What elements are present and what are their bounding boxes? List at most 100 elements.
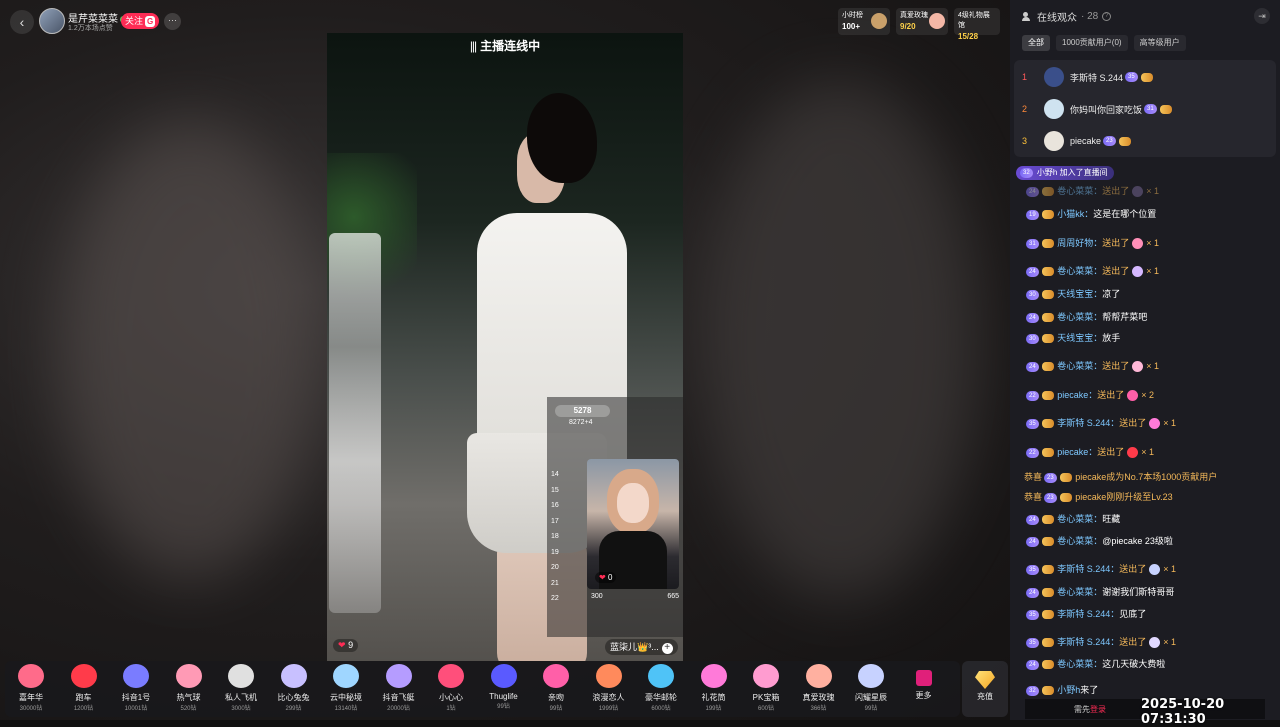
chat-username[interactable]: 小猫kk： <box>1057 209 1093 219</box>
viewer-row[interactable]: 1 李斯特 S.244 35 <box>1022 62 1154 92</box>
airship-icon <box>385 664 412 688</box>
sportscar-icon <box>70 664 97 688</box>
host-likes: 1.2万本场点赞 <box>68 25 113 32</box>
fan-badge-icon <box>1041 515 1054 525</box>
avatar <box>1044 131 1064 151</box>
pip-camera[interactable]: ❤ 0 <box>587 459 679 589</box>
gift-item[interactable]: 私人飞机 3000钻 <box>215 664 267 712</box>
gift-item[interactable]: 豪华邮轮 6000钻 <box>635 664 687 712</box>
host-avatar[interactable] <box>39 8 65 34</box>
back-arrow-icon[interactable]: ‹ <box>10 10 34 34</box>
rocket-icon <box>123 664 149 688</box>
fan-badge-icon <box>1041 187 1054 197</box>
chat-message: 22 piecake：送出了 × 1 <box>1024 445 1274 459</box>
chat-username[interactable]: 卷心菜菜： <box>1057 536 1102 546</box>
chat-username[interactable]: 李斯特 S.244： <box>1057 637 1119 647</box>
gift-item[interactable]: 跑车 1200钻 <box>58 664 110 712</box>
chat-message: 24 卷心菜菜：帮帮芹菜吧 <box>1024 310 1274 323</box>
plus-icon[interactable]: + <box>661 643 673 654</box>
chat-username[interactable]: 卷心菜菜： <box>1057 312 1102 322</box>
viewer-row[interactable]: 2 你妈叫你回家吃饭 31 <box>1022 94 1173 124</box>
gift-icon <box>1132 266 1144 278</box>
chat-username[interactable]: 李斯特 S.244： <box>1057 564 1119 574</box>
gift-item[interactable]: 闪耀星辰 99钻 <box>845 664 897 712</box>
balloon-icon <box>175 664 202 688</box>
gift-icon <box>1149 637 1161 649</box>
chat-message: 35 李斯特 S.244：送出了 × 1 <box>1024 416 1274 430</box>
fan-badge-icon <box>1041 686 1054 696</box>
fan-badge-icon <box>1059 473 1072 483</box>
gift-item[interactable]: 热气球 520钻 <box>163 664 215 712</box>
gift-item[interactable]: 云中秘境 13140钻 <box>320 664 372 712</box>
audience-filters: 全部 1000贡献用户(0) 高等级用户 <box>1022 35 1186 51</box>
plane-icon <box>228 664 254 688</box>
fan-badge-icon <box>1118 136 1131 146</box>
pip-window[interactable]: 5278 8272+4 14 15 16 17 18 19 20 21 22 ❤ 0 300… <box>547 397 683 637</box>
hourly-rank-badge[interactable]: 小时榜 100+ <box>838 8 890 35</box>
gift-icon <box>1127 390 1139 402</box>
filter-high-level[interactable]: 高等级用户 <box>1133 35 1186 51</box>
chat-username[interactable]: 卷心菜菜： <box>1057 361 1102 371</box>
trophy-icon <box>871 13 887 29</box>
blurred-background-right <box>700 80 980 600</box>
cloud-castle-icon <box>333 664 359 688</box>
filter-contributors[interactable]: 1000贡献用户(0) <box>1056 35 1128 51</box>
more-gifts-button[interactable]: 更多 <box>898 664 950 701</box>
gift-item[interactable]: 抖音1号 10001钻 <box>110 664 162 712</box>
more-options-button[interactable]: ··· <box>164 13 181 30</box>
chat-username[interactable]: 天线宝宝： <box>1057 289 1102 299</box>
gift-item[interactable]: 真爱玫瑰 366钻 <box>793 664 845 712</box>
gift-icon <box>1132 238 1144 250</box>
chat-username[interactable]: 天线宝宝： <box>1057 333 1102 343</box>
audience-panel: 在线观众 · 28 ? ⇥ 全部 1000贡献用户(0) 高等级用户 1 李斯特 … <box>1010 0 1280 720</box>
fan-badge-icon <box>1140 72 1153 82</box>
chat-message: 35 李斯特 S.244：送出了 × 1 <box>1024 562 1274 576</box>
login-hint[interactable]: 需先登录 <box>1074 704 1106 715</box>
rose-rank-badge[interactable]: 真爱玫瑰 9/20 <box>896 8 948 35</box>
fan-badge-icon <box>1041 239 1054 249</box>
chat-username[interactable]: 卷心菜菜： <box>1057 266 1102 276</box>
chat-username[interactable]: 卷心菜菜： <box>1057 514 1102 524</box>
chat-username[interactable]: 李斯特 S.244： <box>1057 418 1119 428</box>
avatar <box>1044 67 1064 87</box>
gift-item[interactable]: 浪漫恋人 1999钻 <box>583 664 635 712</box>
viewer-row[interactable]: 3 piecake 23 <box>1022 126 1132 156</box>
panel-header: 在线观众 · 28 ? <box>1022 9 1112 24</box>
pip-footer: 300 665 <box>591 593 679 600</box>
gift-item[interactable]: 亲吻 99钻 <box>530 664 582 712</box>
gift-item[interactable]: 比心兔兔 299钻 <box>268 664 320 712</box>
gift-item[interactable]: PK宝箱 600钻 <box>740 664 792 712</box>
chat-username[interactable]: 卷心菜菜： <box>1057 186 1102 196</box>
follow-button[interactable]: 关注 G <box>121 13 160 29</box>
chat-username[interactable]: piecake： <box>1057 447 1097 457</box>
fan-badge-icon <box>1041 290 1054 300</box>
chat-message: 30 天线宝宝：放手 <box>1024 331 1274 344</box>
fan-badge-icon <box>1041 448 1054 458</box>
chat-message: 24 卷心菜菜：送出了 × 1 <box>1024 359 1274 373</box>
chat-username[interactable]: 卷心菜菜： <box>1057 659 1102 669</box>
recharge-button[interactable]: 充值 <box>962 661 1008 717</box>
chat-message: 30 天线宝宝：凉了 <box>1024 287 1274 300</box>
pip-host-name[interactable]: 蓝柒儿👑³... + <box>605 639 678 655</box>
kiss-icon <box>543 664 569 688</box>
rose-icon <box>929 13 945 29</box>
gift-hall-badge[interactable]: 4级礼物展馆 15/28 <box>954 8 1000 41</box>
help-icon[interactable]: ? <box>1102 12 1112 21</box>
video-stream[interactable]: ||| 主播连线中 5278 8272+4 14 15 16 17 18 19 20 21 2… <box>327 33 683 661</box>
chat-username[interactable]: piecake： <box>1057 390 1097 400</box>
chat-username[interactable]: 小野h <box>1057 685 1080 695</box>
gift-item[interactable]: 嘉年华 30000钻 <box>5 664 57 712</box>
chat-message: 恭喜 23 piecake成为No.7本场1000贡献用户 <box>1024 472 1218 483</box>
collapse-panel-icon[interactable]: ⇥ <box>1254 8 1270 24</box>
gift-item[interactable]: 抖音飞艇 20000钻 <box>373 664 425 712</box>
chat-username[interactable]: 卷心菜菜： <box>1057 587 1102 597</box>
chat-username[interactable]: 李斯特 S.244： <box>1057 609 1119 619</box>
chat-username[interactable]: 周周好物： <box>1057 238 1102 248</box>
couple-icon <box>595 664 622 688</box>
gift-item[interactable]: 礼花筒 199钻 <box>688 664 740 712</box>
pip-like-count: ❤ 0 <box>595 572 617 583</box>
gift-item[interactable]: 小心心 1钻 <box>425 664 477 712</box>
chat-message: 24 卷心菜菜：送出了 × 1 <box>1024 264 1274 278</box>
gift-item[interactable]: Thuglife 99钻 <box>478 664 530 710</box>
filter-all[interactable]: 全部 <box>1022 35 1050 51</box>
